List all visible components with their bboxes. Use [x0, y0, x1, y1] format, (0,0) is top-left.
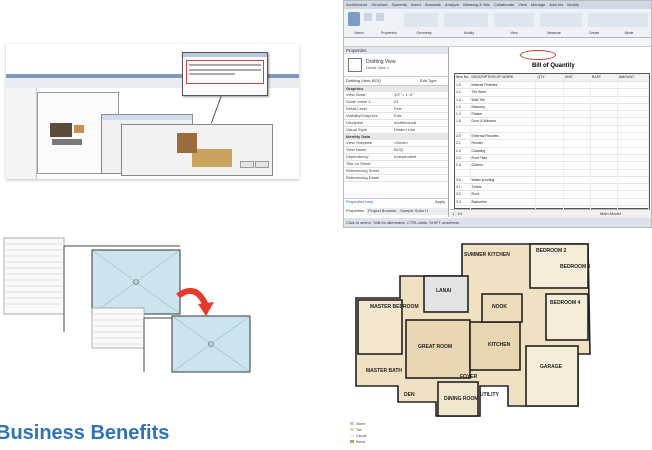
ribbon-group-label: Measure	[534, 30, 574, 36]
ribbon-tab[interactable]: Modify	[565, 1, 581, 9]
room-label: SUMMER KITCHEN	[464, 252, 510, 258]
screenshot-dialog-workflow	[6, 44, 299, 179]
room-label: FOYER	[460, 374, 478, 380]
project-browser-tab[interactable]: Project Browser - Sample Solar H	[366, 208, 430, 215]
properties-title: Properties	[344, 47, 448, 54]
room-label: LANAI	[436, 288, 452, 294]
boq-row	[455, 170, 649, 177]
ribbon-tab[interactable]: Collaborate	[492, 1, 516, 9]
boq-row: 3.3Balconies	[455, 199, 649, 206]
floor-plan-image: MASTER BEDROOM LANAI BEDROOM 2 BEDROOM 3…	[340, 236, 620, 445]
room-label: GARAGE	[540, 364, 563, 370]
modify-icon[interactable]	[348, 12, 360, 26]
boq-row: 2.3Roof Tiles	[455, 155, 649, 162]
ribbon-group-label: Geometry	[404, 30, 444, 36]
ribbon-group-label: Select	[344, 30, 374, 36]
apply-button[interactable]: Apply	[435, 199, 448, 206]
boq-row: 2.2Cladding	[455, 148, 649, 155]
boq-row: 3.2Roof	[455, 191, 649, 198]
ribbon-tab[interactable]: Systems	[390, 1, 409, 9]
zoom-callout	[182, 52, 268, 96]
view-scale-control[interactable]: 1 : 24	[452, 211, 462, 217]
viewport-diagram	[0, 232, 300, 392]
room-label: GREAT ROOM	[418, 344, 452, 350]
ribbon-group-label: View	[494, 30, 534, 36]
detail-level-value[interactable]: Fine	[392, 106, 402, 112]
settings-dialog	[121, 124, 273, 176]
ribbon-tab[interactable]: Massing & Site	[461, 1, 492, 9]
model-filter[interactable]: Main Model	[600, 211, 621, 217]
boq-row: 3.0Water proofing	[455, 177, 649, 184]
floor-legend: Stone Tile Carpet Wood	[350, 422, 367, 444]
properties-tab[interactable]: Properties	[344, 208, 366, 215]
ribbon-tab[interactable]: Architecture	[344, 1, 369, 9]
room-label: UTILITY	[480, 392, 500, 398]
ribbon-tab[interactable]: Annotate	[423, 1, 443, 9]
room-label: BEDROOM 3	[560, 264, 591, 270]
company-logo	[520, 50, 556, 60]
svg-text:Carpet: Carpet	[356, 434, 367, 438]
room-label: MASTER BATH	[366, 368, 402, 374]
properties-palette: Properties Drafting View Detail View 1 D…	[344, 47, 449, 217]
drafting-view-icon	[348, 58, 362, 72]
room-label: BEDROOM 4	[550, 300, 581, 306]
boq-row: 3.1Toilets	[455, 184, 649, 191]
section-heading: Business Benefits	[0, 422, 169, 445]
boq-title: Bill of Quantity	[532, 63, 575, 69]
ribbon-group-label: Mode	[614, 30, 644, 36]
view-instance-dropdown[interactable]: Drafting View: BOQ	[346, 78, 381, 84]
svg-text:Wood: Wood	[356, 440, 365, 444]
ribbon-tab[interactable]: Add-Ins	[547, 1, 565, 9]
room-label: NOOK	[492, 304, 507, 310]
room-label: KITCHEN	[488, 342, 511, 348]
viewport-illustration	[0, 232, 300, 392]
svg-text:Tile: Tile	[356, 428, 362, 432]
ribbon-tab[interactable]: Insert	[409, 1, 423, 9]
room-label: MASTER BEDROOM	[370, 304, 419, 310]
boq-row: 2.4Gutters	[455, 162, 649, 169]
edit-visibility-button[interactable]: Edit...	[392, 113, 404, 119]
boq-row: 1.1Tile Work	[455, 89, 649, 96]
drawing-area[interactable]: Bill of Quantity Item No. DESCRIPTION OF…	[450, 47, 652, 209]
ribbon-panel: Select Properties Geometry Modify View M…	[344, 9, 652, 38]
boq-table: Item No. DESCRIPTION OF WORK QTY UNIT RA…	[454, 73, 650, 209]
boq-row: 1.5Door & Window	[455, 118, 649, 125]
boq-row: 1.2Wall Tile	[455, 97, 649, 104]
status-bar: Click to select, TAB for alternates, CTR…	[344, 218, 652, 228]
ribbon-tab[interactable]: View	[516, 1, 529, 9]
ribbon-group-label: Modify	[444, 30, 494, 36]
boq-row	[455, 126, 649, 133]
screenshot-revit-bill-of-quantity: Architecture Structure Systems Insert An…	[343, 0, 652, 228]
ribbon-tab[interactable]: Analyze	[443, 1, 461, 9]
ribbon-tab[interactable]: Manage	[529, 1, 547, 9]
edit-type-button[interactable]: Edit Type	[420, 78, 437, 84]
boq-row: 1.4Plaster	[455, 111, 649, 118]
boq-row: 2.0External Finishes	[455, 133, 649, 140]
room-label: DINING ROOM	[444, 396, 478, 402]
boq-row: 1.3Masonry	[455, 104, 649, 111]
ribbon-group-label: Properties	[374, 30, 404, 36]
view-scale-value[interactable]: 1/2" = 1'-0"	[392, 92, 414, 98]
svg-text:Stone: Stone	[356, 422, 365, 426]
boq-row: 1.0Internal Finishes	[455, 82, 649, 89]
room-label: BEDROOM 2	[536, 248, 567, 254]
ribbon-tab[interactable]: Structure	[369, 1, 389, 9]
ribbon-group-label: Create	[574, 30, 614, 36]
properties-help-link[interactable]: Properties help	[344, 199, 373, 206]
boq-row: 2.1Render	[455, 140, 649, 147]
room-label: DEN	[404, 392, 415, 398]
